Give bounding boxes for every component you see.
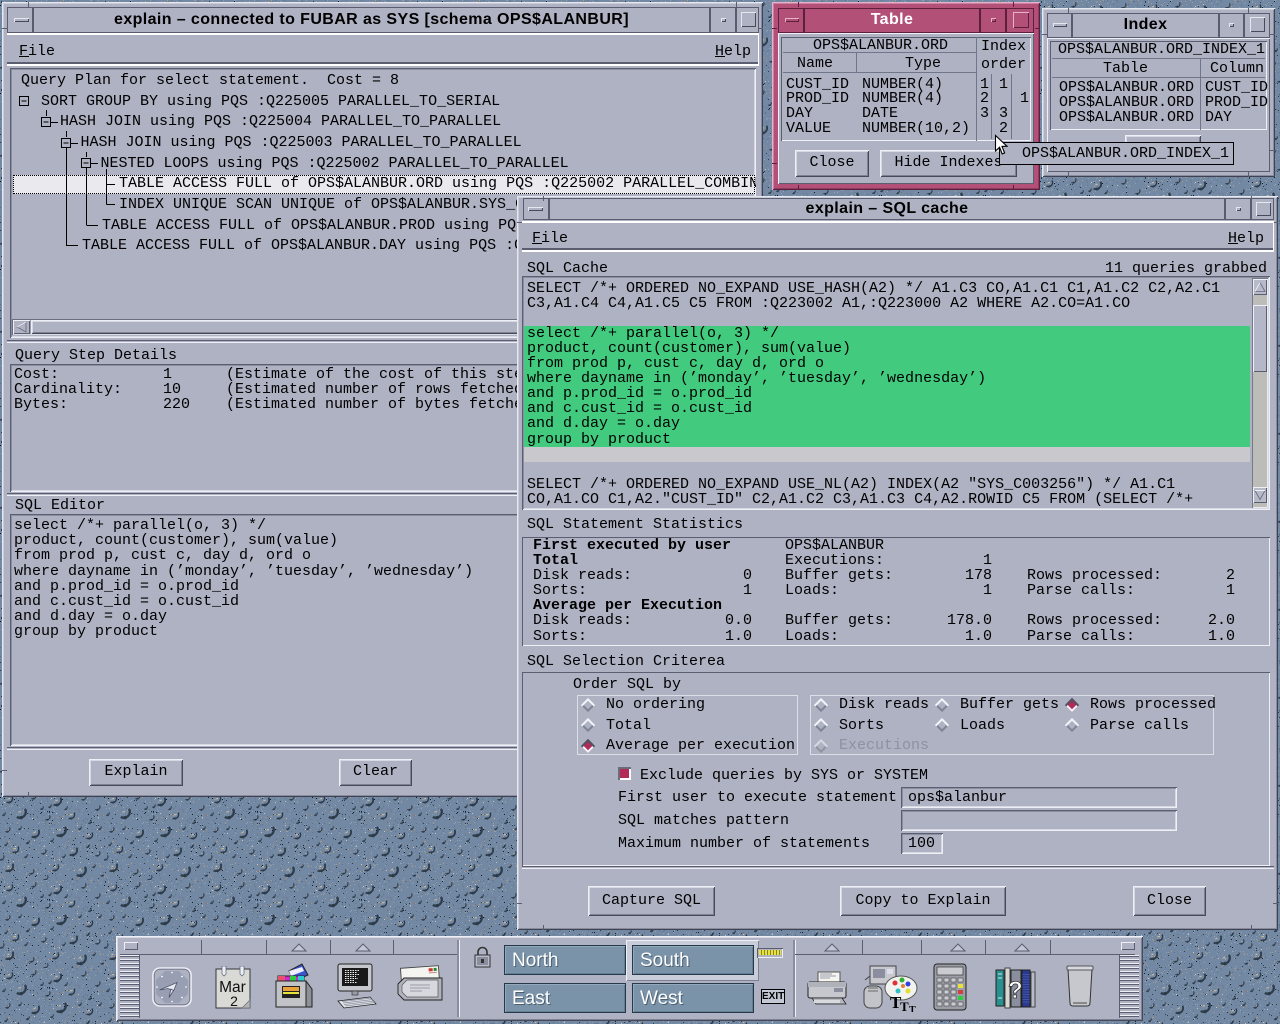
svg-text:T: T [909,1005,916,1012]
svg-text:T: T [900,999,909,1012]
svg-text:?: ? [1008,977,1023,1004]
svg-text:2: 2 [230,993,238,1009]
